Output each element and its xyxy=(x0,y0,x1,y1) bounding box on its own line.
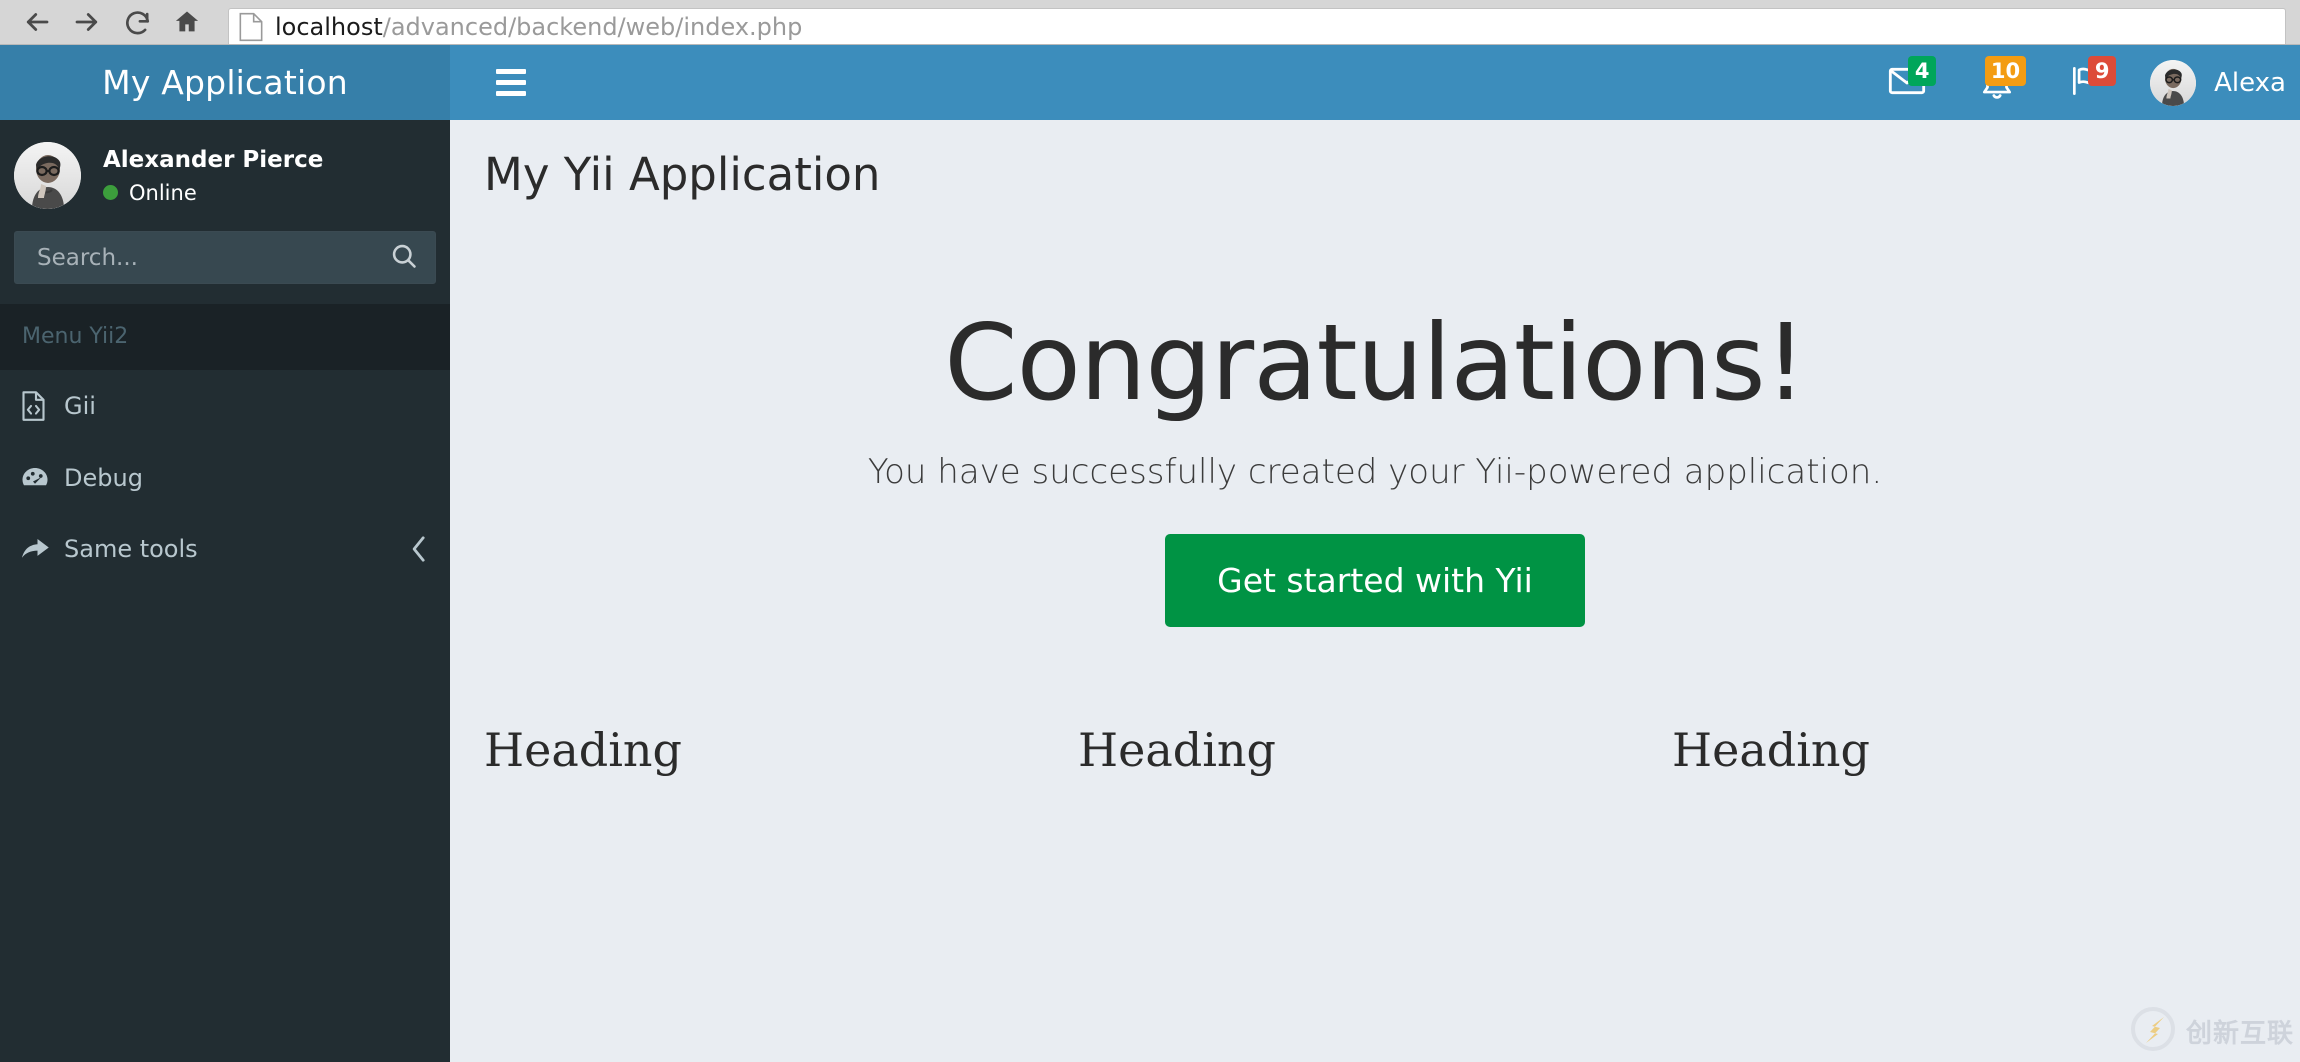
main-content: My Yii Application Congratulations! You … xyxy=(450,120,2300,1062)
chevron-left-icon xyxy=(410,535,428,563)
watermark: 创新互联 xyxy=(2130,1006,2294,1056)
messages-menu[interactable]: 4 xyxy=(1862,45,1952,120)
tasks-menu[interactable]: 9 xyxy=(2042,45,2132,120)
column-heading: Heading xyxy=(484,723,1048,777)
reload-button[interactable] xyxy=(114,2,160,42)
sidebar-user-status: Online xyxy=(103,181,323,205)
tasks-badge: 9 xyxy=(2088,56,2116,86)
dashboard-icon xyxy=(20,463,64,493)
sidebar-logo[interactable]: My Application xyxy=(0,45,450,120)
sidebar-item-debug[interactable]: Debug xyxy=(0,442,450,514)
url-host: localhost xyxy=(275,13,383,41)
get-started-button[interactable]: Get started with Yii xyxy=(1165,534,1585,627)
avatar xyxy=(14,142,81,209)
page-title: My Yii Application xyxy=(484,148,2266,202)
column-heading: Heading xyxy=(1672,723,2236,777)
page-document-icon xyxy=(239,12,263,42)
url-text: localhost/advanced/backend/web/index.php xyxy=(275,13,802,41)
jumbotron: Congratulations! You have successfully c… xyxy=(450,212,2300,627)
sidebar-item-label: Same tools xyxy=(64,535,410,563)
hamburger-bar xyxy=(496,69,526,74)
jumbotron-title: Congratulations! xyxy=(470,308,2280,418)
home-button[interactable] xyxy=(164,2,210,42)
jumbotron-lead: You have successfully created your Yii-p… xyxy=(470,452,2280,492)
content-wrapper: 4 10 xyxy=(450,45,2300,1062)
hamburger-bar xyxy=(496,91,526,96)
sidebar-user-info: Alexander Pierce Online xyxy=(103,147,323,205)
url-path: /advanced/backend/web/index.php xyxy=(383,13,803,41)
sidebar-menu-header: Menu Yii2 xyxy=(0,304,450,370)
navbar-right: 4 10 xyxy=(1862,45,2300,120)
content-header: My Yii Application xyxy=(450,120,2300,212)
back-button[interactable] xyxy=(14,2,60,42)
application-shell: My Application xyxy=(0,45,2300,1062)
sidebar-menu: Gii Debug xyxy=(0,370,450,584)
search-icon xyxy=(390,242,418,273)
search-button[interactable] xyxy=(373,231,435,284)
browser-toolbar: localhost/advanced/backend/web/index.php xyxy=(0,0,2300,45)
sidebar-item-label: Gii xyxy=(64,392,428,420)
sidebar-item-same-tools[interactable]: Same tools xyxy=(0,514,450,584)
hamburger-bar xyxy=(496,80,526,85)
messages-badge: 4 xyxy=(1908,56,1936,86)
sidebar-user-status-label: Online xyxy=(129,181,197,205)
search-input[interactable] xyxy=(37,245,373,271)
search-box[interactable] xyxy=(14,231,436,284)
avatar xyxy=(2150,60,2196,106)
content-column: Heading xyxy=(1672,723,2266,777)
url-bar[interactable]: localhost/advanced/backend/web/index.php xyxy=(228,8,2286,44)
content-column: Heading xyxy=(1078,723,1672,777)
watermark-logo-icon xyxy=(2130,1006,2176,1056)
status-online-dot-icon xyxy=(103,185,118,200)
body-content: Heading Heading Heading xyxy=(450,627,2300,777)
sidebar-user-name: Alexander Pierce xyxy=(103,147,323,173)
file-code-icon xyxy=(20,391,64,421)
user-account-name: Alexa xyxy=(2214,68,2286,98)
forward-button[interactable] xyxy=(64,2,110,42)
sidebar-user-panel: Alexander Pierce Online xyxy=(0,120,450,231)
notifications-menu[interactable]: 10 xyxy=(1952,45,2042,120)
notifications-badge: 10 xyxy=(1985,56,2026,86)
column-heading: Heading xyxy=(1078,723,1642,777)
content-column: Heading xyxy=(484,723,1078,777)
user-account-menu[interactable]: Alexa xyxy=(2132,45,2300,120)
top-navbar: 4 10 xyxy=(450,45,2300,120)
sidebar-item-label: Debug xyxy=(64,464,428,492)
sidebar-toggle-button[interactable] xyxy=(474,45,548,120)
sidebar-search xyxy=(0,231,450,304)
watermark-text: 创新互联 xyxy=(2186,1013,2294,1050)
sidebar-item-gii[interactable]: Gii xyxy=(0,370,450,442)
share-arrow-icon xyxy=(20,536,64,562)
sidebar: My Application xyxy=(0,45,450,1062)
